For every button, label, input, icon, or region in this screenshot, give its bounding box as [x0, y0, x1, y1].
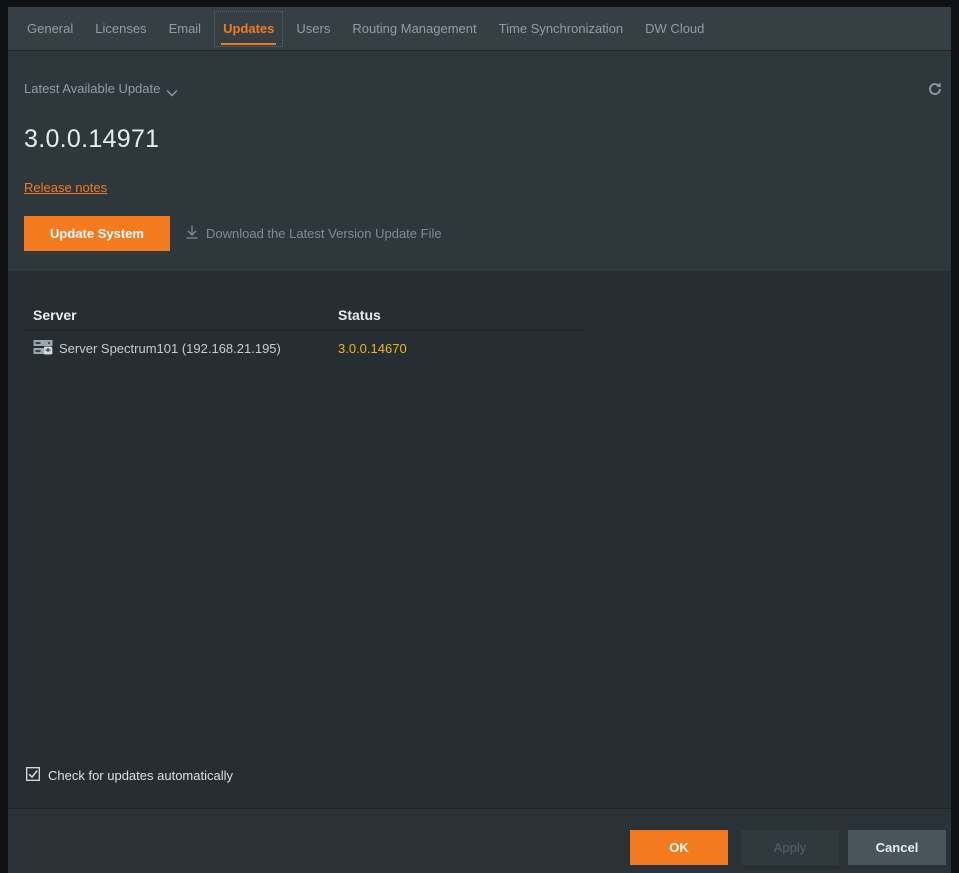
- auto-update-checkbox[interactable]: Check for updates automatically: [26, 767, 233, 784]
- tab-email[interactable]: Email: [158, 7, 213, 51]
- tab-users[interactable]: Users: [285, 7, 341, 51]
- server-icon: [33, 339, 53, 358]
- chevron-down-icon: [166, 85, 178, 96]
- download-update-file-link[interactable]: Download the Latest Version Update File: [186, 216, 442, 251]
- tab-time-synchronization[interactable]: Time Synchronization: [488, 7, 635, 51]
- tab-general[interactable]: General: [16, 7, 84, 51]
- update-header-panel: Latest Available Update 3.0.0.14971 Rele…: [8, 51, 951, 271]
- tab-routing-management[interactable]: Routing Management: [341, 7, 487, 51]
- column-header-server[interactable]: Server: [24, 307, 338, 323]
- cancel-button[interactable]: Cancel: [848, 830, 946, 865]
- download-icon: [186, 225, 198, 242]
- table-row[interactable]: Server Spectrum101 (192.168.21.195) 3.0.…: [24, 331, 586, 365]
- tab-dw-cloud[interactable]: DW Cloud: [634, 7, 715, 51]
- refresh-icon[interactable]: [927, 81, 943, 97]
- server-table: Server Status Server Spectrum101 (192.16…: [24, 299, 586, 365]
- system-administration-window: General Licenses Email Updates Users Rou…: [8, 7, 951, 873]
- dialog-footer: OK Apply Cancel: [8, 808, 951, 873]
- ok-button[interactable]: OK: [630, 830, 728, 865]
- release-notes-link[interactable]: Release notes: [24, 180, 107, 195]
- update-source-label: Latest Available Update: [24, 81, 161, 96]
- tab-updates[interactable]: Updates: [212, 7, 285, 51]
- auto-update-label: Check for updates automatically: [48, 768, 233, 783]
- server-status: 3.0.0.14670: [338, 340, 407, 356]
- checkbox-checked-icon: [26, 767, 40, 784]
- download-link-label: Download the Latest Version Update File: [206, 226, 442, 241]
- server-table-header: Server Status: [24, 299, 586, 331]
- tab-bar: General Licenses Email Updates Users Rou…: [8, 7, 951, 51]
- apply-button[interactable]: Apply: [741, 830, 839, 865]
- server-name: Server Spectrum101 (192.168.21.195): [59, 340, 281, 356]
- update-source-dropdown[interactable]: Latest Available Update: [24, 81, 178, 96]
- update-system-button[interactable]: Update System: [24, 216, 170, 251]
- server-cell: Server Spectrum101 (192.168.21.195): [24, 339, 338, 358]
- latest-version: 3.0.0.14971: [24, 125, 160, 153]
- tab-licenses[interactable]: Licenses: [84, 7, 157, 51]
- column-header-status[interactable]: Status: [338, 307, 381, 323]
